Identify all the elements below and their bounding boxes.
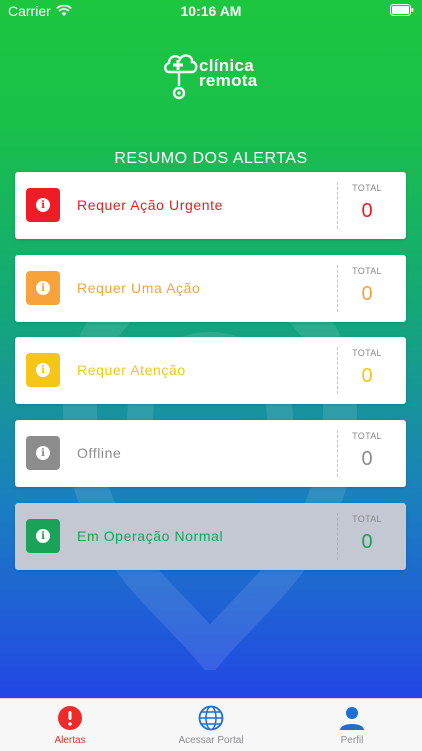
logo-text: clínica remota (199, 57, 258, 90)
info-icon: i (36, 529, 50, 543)
app-screen: Carrier 10:16 AM clínica remota RESUMO D… (0, 0, 422, 698)
status-time: 10:16 AM (180, 3, 242, 19)
info-icon: i (36, 363, 50, 377)
alert-label: Requer Uma Ação (77, 280, 201, 296)
total-label: TOTAL (352, 431, 382, 441)
user-icon (340, 707, 364, 730)
total-label: TOTAL (352, 514, 382, 524)
total-value: 0 (361, 531, 373, 553)
divider (337, 347, 338, 394)
total-value: 0 (361, 200, 373, 222)
total-value: 0 (361, 448, 373, 470)
clinica-remota-logo: clínica remota (163, 50, 263, 102)
tab-acessar-portal[interactable]: Acessar Portal (141, 699, 281, 751)
total-value: 0 (361, 365, 373, 387)
alert-card-action[interactable]: i Requer Uma Ação TOTAL 0 (15, 255, 406, 322)
tab-alertas[interactable]: Alertas (0, 699, 140, 751)
total-label: TOTAL (352, 266, 382, 276)
tab-label: Alertas (54, 735, 86, 746)
info-icon: i (36, 446, 50, 460)
total-value: 0 (361, 283, 373, 305)
alert-label: Requer Atenção (77, 362, 186, 378)
alert-card-attention[interactable]: i Requer Atenção TOTAL 0 (15, 337, 406, 404)
tab-perfil[interactable]: Perfil (282, 699, 422, 751)
alert-card-urgent[interactable]: i Requer Ação Urgente TOTAL 0 (15, 172, 406, 239)
alert-label: Offline (77, 445, 122, 461)
alert-card-offline[interactable]: i Offline TOTAL 0 (15, 420, 406, 487)
alert-badge: i (26, 188, 60, 222)
divider (337, 265, 338, 312)
alert-badge: i (26, 353, 60, 387)
total-label: TOTAL (352, 348, 382, 358)
total-label: TOTAL (352, 183, 382, 193)
divider (337, 182, 338, 229)
status-bar: Carrier 10:16 AM (0, 0, 422, 22)
divider (337, 430, 338, 477)
logo-line-2: remota (199, 71, 258, 90)
globe-icon (198, 705, 224, 731)
tab-label: Perfil (340, 735, 364, 746)
alert-label: Em Operação Normal (77, 528, 224, 544)
cloud-stethoscope-icon (164, 54, 198, 100)
alert-badge: i (26, 519, 60, 553)
info-icon: i (36, 281, 50, 295)
alert-label: Requer Ação Urgente (77, 197, 224, 213)
alert-badge: i (26, 271, 60, 305)
alert-badge: i (26, 436, 60, 470)
section-title: RESUMO DOS ALERTAS (114, 150, 308, 167)
alert-icon (58, 706, 82, 730)
alert-card-normal[interactable]: i Em Operação Normal TOTAL 0 (15, 503, 406, 570)
info-icon: i (36, 198, 50, 212)
divider (337, 513, 338, 560)
battery-icon (390, 4, 414, 16)
tab-label: Acessar Portal (178, 735, 244, 746)
tab-bar: Alertas Acessar Portal Perfil (0, 698, 422, 751)
